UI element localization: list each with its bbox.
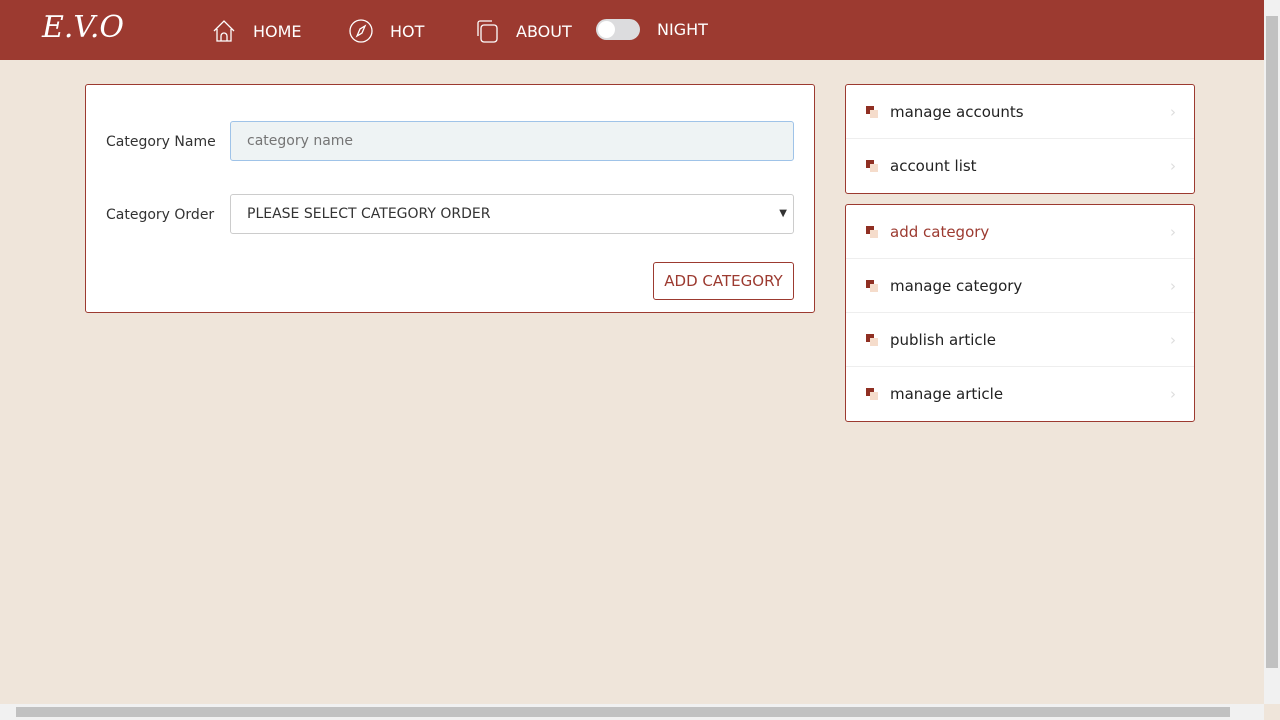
square-icon [866, 279, 878, 292]
chevron-right-icon: › [1170, 385, 1176, 403]
chevron-right-icon: › [1170, 157, 1176, 175]
sidebar-item-account-list[interactable]: account list › [846, 139, 1194, 193]
night-toggle[interactable] [596, 19, 640, 40]
caret-down-icon: ▼ [779, 208, 787, 219]
sidebar-group-content: add category › manage category › publish a… [845, 204, 1195, 422]
sidebar-item-manage-article[interactable]: manage article › [846, 367, 1194, 421]
add-category-button[interactable]: ADD CATEGORY [653, 262, 794, 300]
compass-icon [349, 19, 373, 43]
sidebar-item-manage-category[interactable]: manage category › [846, 259, 1194, 313]
nav-home[interactable]: HOME [211, 18, 302, 44]
horizontal-scrollbar[interactable] [0, 704, 1264, 720]
chevron-right-icon: › [1170, 330, 1176, 349]
scroll-thumb[interactable] [1266, 16, 1278, 668]
chevron-right-icon: › [1170, 102, 1176, 121]
item-label: manage accounts [890, 102, 1024, 121]
sidebar-group-accounts: manage accounts › account list › [845, 84, 1195, 194]
nav-night-label: NIGHT [657, 20, 708, 39]
nav-about-label: ABOUT [516, 21, 572, 41]
vertical-scrollbar[interactable] [1264, 0, 1280, 704]
nav-about[interactable]: ABOUT [474, 18, 572, 44]
item-label: manage category [890, 276, 1023, 295]
sidebar-item-add-category[interactable]: add category › [846, 205, 1194, 259]
category-form: Category Name Category Order PLEASE SELE… [85, 84, 815, 313]
logo[interactable]: E.V.O [42, 10, 124, 45]
category-order-label: Category Order [106, 207, 215, 223]
square-icon [866, 160, 878, 172]
scroll-thumb[interactable] [16, 707, 1230, 717]
nav-home-label: HOME [253, 21, 302, 41]
sidebar-item-manage-accounts[interactable]: manage accounts › [846, 85, 1194, 139]
category-order-select[interactable]: PLEASE SELECT CATEGORY ORDER ▼ [230, 194, 794, 234]
category-order-value: PLEASE SELECT CATEGORY ORDER [247, 206, 491, 222]
top-nav: E.V.O HOME HOT ABOUT NIGHT [0, 0, 1264, 60]
sidebar-item-publish-article[interactable]: publish article › [846, 313, 1194, 367]
chevron-right-icon: › [1170, 222, 1176, 241]
nav-hot[interactable]: HOT [348, 18, 424, 44]
copy-icon [477, 20, 498, 43]
category-name-label: Category Name [106, 134, 216, 150]
square-icon [866, 333, 878, 346]
home-icon [213, 20, 235, 42]
item-label: account list [890, 157, 977, 175]
item-label: manage article [890, 385, 1004, 403]
item-label: add category [890, 222, 990, 241]
category-name-input[interactable] [230, 121, 794, 161]
square-icon [866, 105, 878, 118]
square-icon [866, 388, 878, 400]
item-label: publish article [890, 330, 997, 349]
nav-hot-label: HOT [390, 21, 425, 41]
chevron-right-icon: › [1170, 276, 1176, 295]
square-icon [866, 225, 878, 238]
